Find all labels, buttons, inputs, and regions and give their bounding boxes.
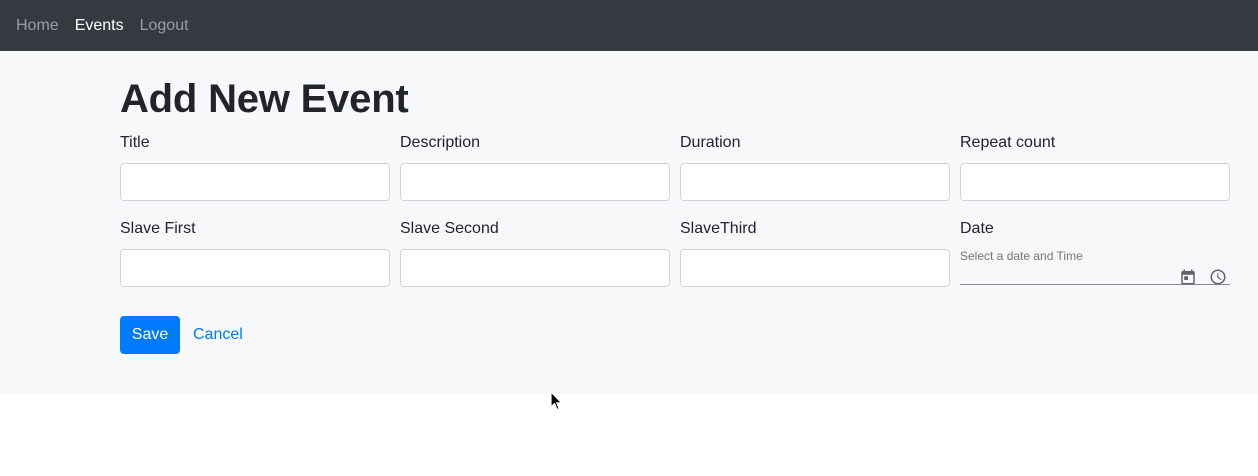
slave-first-label: Slave First (120, 220, 196, 237)
date-helper-text: Select a date and Time (960, 249, 1083, 263)
repeat-count-label: Repeat count (960, 134, 1056, 151)
description-label: Description (400, 134, 481, 151)
description-field: Description (400, 131, 670, 201)
slave-third-label: SlaveThird (680, 220, 757, 237)
nav-home-link[interactable]: Home (16, 14, 59, 38)
repeat-count-field: Repeat count (960, 131, 1230, 201)
repeat-count-input[interactable] (960, 163, 1230, 201)
slave-third-input[interactable] (680, 249, 950, 287)
save-button[interactable]: Save (120, 316, 180, 354)
date-time-picker[interactable]: Select a date and Time (960, 249, 1230, 285)
title-field: Title (120, 131, 390, 201)
page-title: Add New Event (120, 77, 409, 121)
slave-second-label: Slave Second (400, 220, 499, 237)
duration-field: Duration (680, 131, 950, 201)
slave-first-input[interactable] (120, 249, 390, 287)
mouse-cursor-icon (550, 391, 564, 416)
duration-label: Duration (680, 134, 741, 151)
title-input[interactable] (120, 163, 390, 201)
duration-input[interactable] (680, 163, 950, 201)
clock-icon[interactable] (1209, 268, 1227, 286)
slave-second-input[interactable] (400, 249, 670, 287)
title-label: Title (120, 134, 150, 151)
slave-third-field: SlaveThird (680, 217, 950, 287)
date-label: Date (960, 220, 994, 237)
main-content: Add New Event Title Description Duration… (0, 51, 1258, 394)
nav-events-link[interactable]: Events (75, 14, 124, 38)
top-navbar: Home Events Logout (0, 0, 1258, 51)
cancel-link[interactable]: Cancel (193, 325, 243, 345)
date-field: Date Select a date and Time (960, 217, 1230, 285)
description-input[interactable] (400, 163, 670, 201)
nav-logout-link[interactable]: Logout (140, 14, 189, 38)
calendar-icon[interactable] (1179, 268, 1197, 286)
slave-first-field: Slave First (120, 217, 390, 287)
slave-second-field: Slave Second (400, 217, 670, 287)
